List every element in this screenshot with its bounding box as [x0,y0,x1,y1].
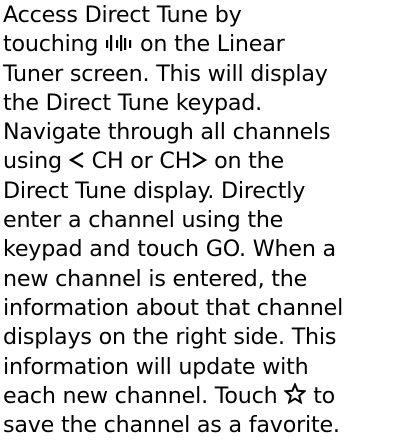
text-line: Tuner screen. This will display [3,60,328,87]
instruction-paragraph: Access Direct Tune by touching on the Li… [3,1,406,440]
text-line: Access Direct Tune by [3,2,242,28]
text-line: the Direct Tune keypad. [3,89,263,116]
chevron-right-icon [191,151,208,169]
star-outline-icon [284,382,307,404]
text-line: enter a channel using the [3,207,284,234]
direct-tune-bars-icon [105,34,133,52]
text-line: touching on the Linear [3,31,285,58]
text-line: Direct Tune display. Directly [3,177,306,204]
text-line: new channel is entered, the [3,265,308,292]
text-line: keypad and touch GO. When a [3,236,336,263]
text-line: Navigate through all channels [3,119,331,146]
text-line: using CH or CH on the [3,148,284,175]
text-line: save the channel as a favorite. [3,412,340,439]
text-line: displays on the right side. This [3,324,337,351]
text-line: information will update with [3,353,309,380]
text-line: information about that channel [3,294,344,321]
text-line: each new channel. Touch to [3,382,336,409]
chevron-left-icon [68,151,85,169]
